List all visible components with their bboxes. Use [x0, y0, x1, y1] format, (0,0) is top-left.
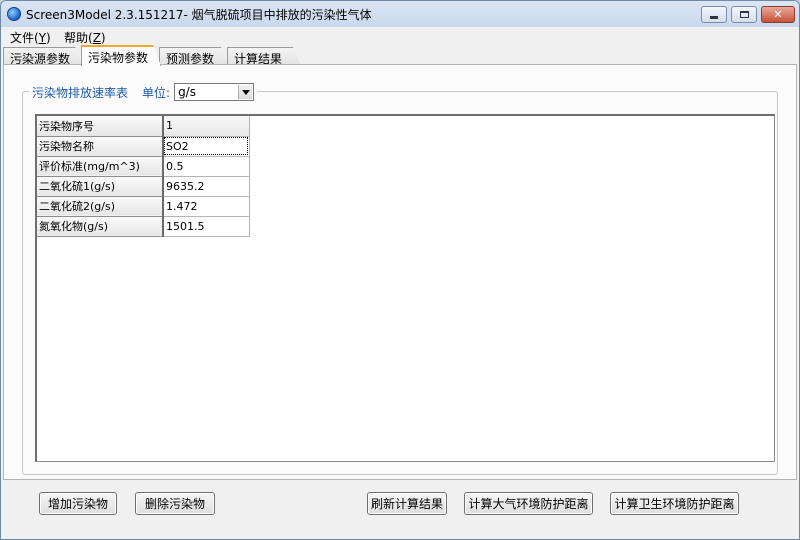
group-legend: 污染物排放速率表 单位: g/s: [29, 82, 258, 102]
table-row: 污染物名称 SO2: [37, 136, 250, 157]
app-globe-icon: [7, 7, 21, 21]
tab-strip: 污染源参数 污染物参数 预测参数 计算结果: [1, 45, 799, 65]
unit-label: 单位:: [142, 85, 171, 100]
pollutant-grid[interactable]: 污染物序号 1 污染物名称 SO2 评价标准(mg/m^3) 0.5 二氧化硫1…: [35, 114, 775, 462]
menu-file-suffix: ): [46, 31, 51, 45]
cell-nox[interactable]: 1501.5: [163, 216, 250, 237]
dropdown-arrow-button[interactable]: [238, 85, 253, 99]
tab-page-pollutant-params: 污染物排放速率表 单位: g/s 污染物序号 1 污染物名称 SO2 评价标准(…: [3, 64, 797, 480]
menu-file-label: 文件(: [10, 31, 39, 45]
window-title: Screen3Model 2.3.151217- 烟气脱硫项目中排放的污染性气体: [26, 8, 372, 22]
menu-file-key: Y: [38, 31, 47, 45]
delete-pollutant-button[interactable]: 删除污染物: [135, 492, 215, 515]
row-header-index: 污染物序号: [37, 116, 164, 137]
maximize-icon: [739, 11, 749, 18]
row-header-so2-1: 二氧化硫1(g/s): [37, 176, 164, 197]
table-row: 二氧化硫1(g/s) 9635.2: [37, 176, 250, 197]
chevron-down-icon: [241, 89, 250, 95]
group-title: 污染物排放速率表: [32, 85, 129, 100]
maximize-button[interactable]: [731, 6, 757, 23]
emission-rate-group: 污染物排放速率表 单位: g/s 污染物序号 1 污染物名称 SO2 评价标准(…: [22, 82, 778, 475]
table-row: 评价标准(mg/m^3) 0.5: [37, 156, 250, 177]
minimize-icon: [710, 16, 718, 19]
refresh-results-button[interactable]: 刷新计算结果: [367, 492, 447, 515]
menu-bar: 文件(Y) 帮助(Z): [1, 27, 799, 45]
cell-standard[interactable]: 0.5: [163, 156, 250, 177]
menu-file[interactable]: 文件(Y): [10, 29, 51, 46]
calc-atmos-distance-button[interactable]: 计算大气环境防护距离: [464, 492, 593, 515]
tab-label: 污染物参数: [88, 51, 149, 65]
pollutant-table: 污染物序号 1 污染物名称 SO2 评价标准(mg/m^3) 0.5 二氧化硫1…: [37, 116, 250, 237]
table-row: 氮氧化物(g/s) 1501.5: [37, 216, 250, 237]
row-header-nox: 氮氧化物(g/s): [37, 216, 164, 237]
table-row: 污染物序号 1: [37, 116, 250, 137]
menu-help-label: 帮助(: [64, 31, 93, 45]
cell-name[interactable]: SO2: [163, 136, 250, 157]
unit-select-value: g/s: [178, 85, 196, 99]
table-row: 二氧化硫2(g/s) 1.472: [37, 196, 250, 217]
calc-health-distance-button[interactable]: 计算卫生环境防护距离: [610, 492, 739, 515]
cell-index[interactable]: 1: [163, 116, 250, 137]
menu-help-key: Z: [92, 31, 101, 45]
row-header-name: 污染物名称: [37, 136, 164, 157]
row-header-so2-2: 二氧化硫2(g/s): [37, 196, 164, 217]
close-icon: ✕: [773, 8, 783, 21]
cell-so2-2[interactable]: 1.472: [163, 196, 250, 217]
unit-select[interactable]: g/s: [174, 83, 255, 101]
title-bar[interactable]: Screen3Model 2.3.151217- 烟气脱硫项目中排放的污染性气体…: [1, 1, 799, 27]
row-header-standard: 评价标准(mg/m^3): [37, 156, 164, 177]
app-window: Screen3Model 2.3.151217- 烟气脱硫项目中排放的污染性气体…: [0, 0, 800, 540]
tab-pollutant-params[interactable]: 污染物参数: [81, 45, 161, 66]
add-pollutant-button[interactable]: 增加污染物: [39, 492, 117, 515]
menu-help[interactable]: 帮助(Z): [64, 29, 106, 46]
minimize-button[interactable]: [701, 6, 727, 23]
close-button[interactable]: ✕: [761, 6, 795, 23]
menu-help-suffix: ): [100, 31, 106, 45]
cell-so2-1[interactable]: 9635.2: [163, 176, 250, 197]
